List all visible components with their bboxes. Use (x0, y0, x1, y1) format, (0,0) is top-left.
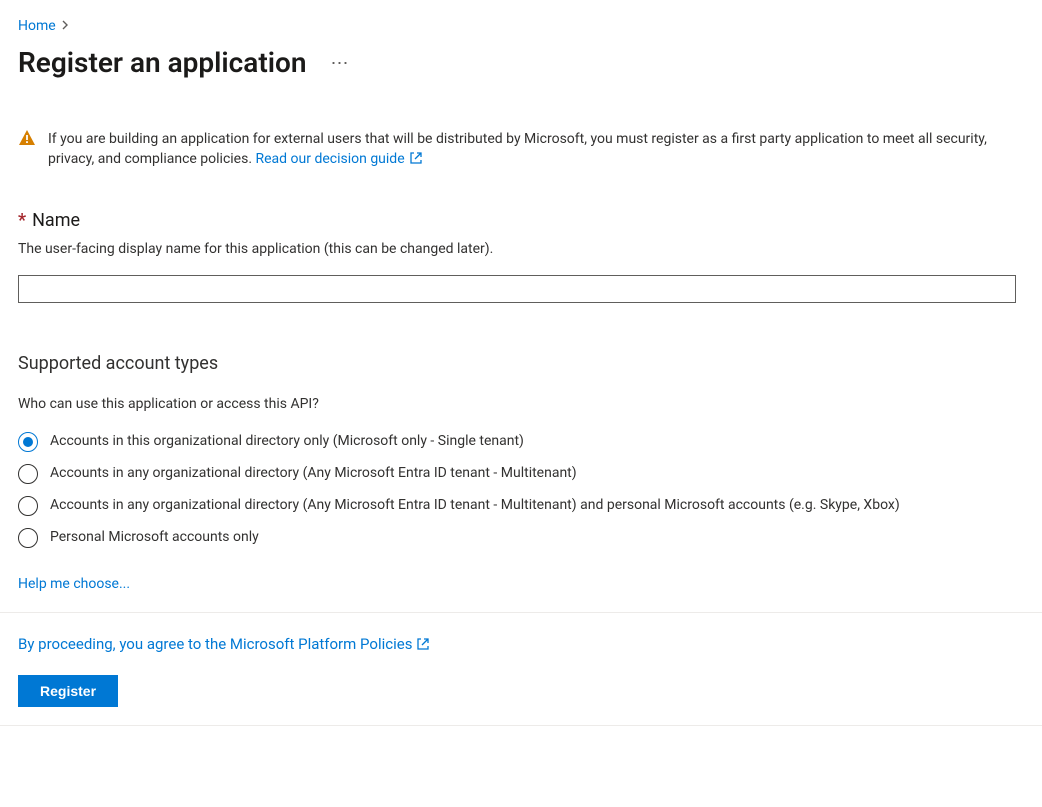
account-types-heading: Supported account types (18, 353, 1024, 374)
register-button[interactable]: Register (18, 675, 118, 707)
first-party-warning: If you are building an application for e… (18, 129, 1024, 172)
ellipsis-icon: ⋯ (331, 53, 349, 73)
radio-personal-only[interactable]: Personal Microsoft accounts only (18, 528, 1024, 548)
divider (0, 612, 1042, 613)
chevron-right-icon (62, 19, 70, 33)
breadcrumb: Home (18, 18, 1024, 34)
external-link-icon (409, 151, 423, 171)
radio-icon (18, 464, 38, 484)
required-indicator: * (18, 210, 26, 231)
radio-single-tenant[interactable]: Accounts in this organizational director… (18, 432, 1024, 452)
radio-multitenant-personal[interactable]: Accounts in any organizational directory… (18, 496, 1024, 516)
warning-text: If you are building an application for e… (48, 131, 987, 167)
help-me-choose-link[interactable]: Help me choose... (18, 576, 130, 592)
radio-label: Accounts in any organizational directory… (50, 464, 577, 484)
more-actions-button[interactable]: ⋯ (325, 50, 355, 76)
radio-icon (18, 528, 38, 548)
radio-icon (18, 496, 38, 516)
breadcrumb-home-link[interactable]: Home (18, 18, 56, 34)
radio-multitenant[interactable]: Accounts in any organizational directory… (18, 464, 1024, 484)
decision-guide-link[interactable]: Read our decision guide (256, 151, 423, 167)
radio-label: Accounts in this organizational director… (50, 432, 524, 452)
radio-icon (18, 432, 38, 452)
platform-policies-link[interactable]: By proceeding, you agree to the Microsof… (18, 635, 430, 653)
name-field-desc: The user-facing display name for this ap… (18, 241, 1024, 257)
radio-label: Accounts in any organizational directory… (50, 496, 900, 516)
warning-icon (18, 129, 36, 172)
account-types-radio-group: Accounts in this organizational director… (18, 432, 1024, 548)
account-types-question: Who can use this application or access t… (18, 396, 1024, 412)
name-field-label: * Name (18, 210, 1024, 231)
external-link-icon (416, 637, 430, 655)
name-input[interactable] (18, 275, 1016, 303)
radio-label: Personal Microsoft accounts only (50, 528, 259, 548)
page-title: Register an application (18, 46, 307, 79)
divider (0, 725, 1042, 726)
